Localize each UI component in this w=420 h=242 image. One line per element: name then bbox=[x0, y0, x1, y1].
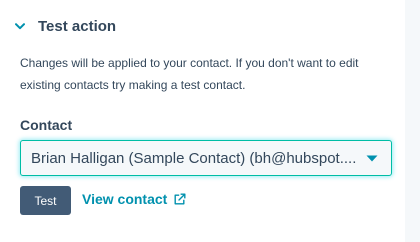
contact-select-value: Brian Halligan (Sample Contact) (bh@hubs… bbox=[31, 149, 357, 167]
contact-field-label: Contact bbox=[20, 117, 73, 133]
caret-down-icon[interactable] bbox=[365, 153, 379, 163]
test-button[interactable]: Test bbox=[20, 186, 71, 215]
test-action-header[interactable]: Test action bbox=[12, 14, 116, 38]
contact-select[interactable]: Brian Halligan (Sample Contact) (bh@hubs… bbox=[20, 140, 392, 176]
view-contact-link[interactable]: View contact bbox=[82, 191, 186, 207]
test-action-panel: Test action Changes will be applied to y… bbox=[0, 0, 405, 242]
chevron-down-icon[interactable] bbox=[12, 18, 28, 34]
view-contact-label: View contact bbox=[82, 191, 168, 207]
section-title: Test action bbox=[38, 17, 117, 35]
section-description: Changes will be applied to your contact.… bbox=[20, 56, 359, 92]
external-link-icon bbox=[173, 193, 186, 206]
